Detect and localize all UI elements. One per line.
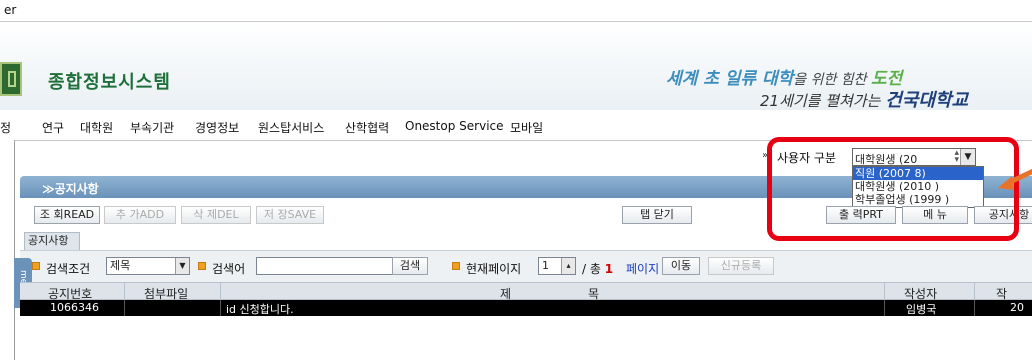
delete-button[interactable]: 삭 제DEL bbox=[181, 206, 251, 224]
search-condition-value: 제목 bbox=[110, 259, 131, 272]
university-logo-icon[interactable] bbox=[0, 62, 22, 96]
menu-item-onestop-kr[interactable]: 원스탑서비스 bbox=[258, 119, 324, 136]
main-menubar: 정 연구 대학원 부속기관 경영정보 원스탑서비스 산학협력 Onestop S… bbox=[0, 114, 1032, 138]
search-condition-label: 검색조건 bbox=[46, 262, 91, 276]
window-title: er bbox=[4, 3, 17, 17]
chevron-down-icon[interactable]: ▼ bbox=[175, 258, 189, 274]
cell-author: 임병국 bbox=[906, 303, 937, 316]
slogan-line2: 21세기를 펼쳐가는 건국대학교 bbox=[760, 86, 968, 112]
search-bar: 검색조건 제목 ▼ 검색어 검색 현재페이지 1 ▴ / 총 1 페이지 이동 … bbox=[20, 250, 1032, 282]
read-button[interactable]: 조 회READ bbox=[34, 206, 100, 224]
add-button[interactable]: 추 가ADD bbox=[104, 206, 176, 224]
go-page-button[interactable]: 이동 bbox=[662, 257, 700, 275]
spinner-icon[interactable]: ▴ bbox=[561, 258, 575, 274]
total-prefix: / 총 bbox=[582, 262, 601, 276]
menu-item-mobile[interactable]: 모바일 bbox=[510, 119, 543, 136]
menu-item-graduate[interactable]: 대학원 bbox=[80, 119, 113, 136]
bullet-square-icon bbox=[452, 262, 460, 270]
tab-notice[interactable]: 공지사항 bbox=[24, 232, 80, 250]
notice-header-title: ≫공지사항 bbox=[42, 182, 99, 196]
bullet-square-icon bbox=[198, 262, 206, 270]
cell-title: id 신청합니다. bbox=[226, 303, 294, 316]
grid-header: 공지번호 첨부파일 제 목 작성자 작 bbox=[20, 282, 1032, 301]
menu-item-affiliates[interactable]: 부속기관 bbox=[130, 119, 174, 136]
arrow-annotation-icon bbox=[998, 168, 1032, 190]
system-title: 종합정보시스템 bbox=[48, 72, 171, 93]
menu-item-research[interactable]: 연구 bbox=[42, 119, 64, 136]
highlight-annotation bbox=[767, 137, 1019, 241]
current-page-label: 현재페이지 bbox=[466, 262, 522, 276]
new-register-button[interactable]: 신규등록 bbox=[708, 257, 774, 275]
total-value: 1 bbox=[604, 262, 614, 276]
page-number-input[interactable]: 1 ▴ bbox=[538, 257, 576, 275]
bullet-square-icon bbox=[32, 262, 40, 270]
table-row[interactable]: 1066346 id 신청합니다. 임병국 20 bbox=[20, 300, 1032, 316]
window-titlebar: er bbox=[0, 0, 1032, 22]
slogan-line2-b: 건국대학교 bbox=[885, 90, 969, 111]
slogan-line2-a: 21세기를 펼쳐가는 bbox=[760, 92, 886, 110]
keyword-input[interactable] bbox=[256, 257, 406, 275]
menu-item-industry[interactable]: 산학협력 bbox=[345, 119, 389, 136]
menu-item-management[interactable]: 경영정보 bbox=[195, 119, 239, 136]
page-number-value: 1 bbox=[542, 259, 549, 272]
search-condition-select[interactable]: 제목 ▼ bbox=[106, 257, 190, 275]
menu-item-onestop-en[interactable]: Onestop Service bbox=[405, 119, 504, 133]
total-pages: / 총 1 bbox=[582, 260, 613, 277]
menu-item-partial[interactable]: 정 bbox=[0, 119, 11, 136]
keyword-label: 검색어 bbox=[212, 262, 246, 276]
save-button[interactable]: 저 장SAVE bbox=[256, 206, 324, 224]
search-button[interactable]: 검색 bbox=[392, 257, 428, 275]
cell-notice-no: 1066346 bbox=[50, 301, 99, 314]
close-tab-button[interactable]: 탭 닫기 bbox=[622, 206, 692, 224]
cell-date: 20 bbox=[1010, 301, 1024, 314]
page-link[interactable]: 페이지 bbox=[626, 260, 659, 277]
